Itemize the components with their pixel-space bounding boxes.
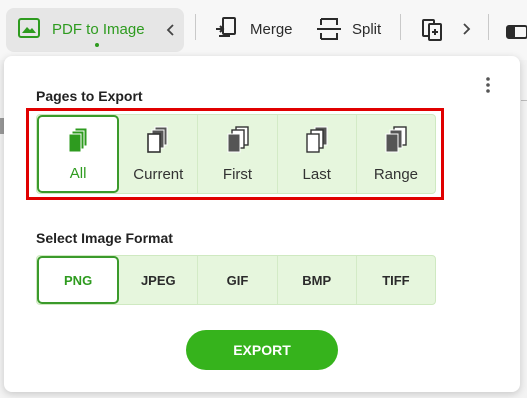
add-page-icon[interactable] — [420, 16, 446, 42]
overflow-tool-icon[interactable] — [505, 16, 527, 40]
divider — [488, 14, 489, 40]
page-first-icon — [227, 125, 249, 152]
tab-label: PDF to Image — [52, 21, 145, 38]
page-current-icon — [147, 126, 168, 153]
merge-label: Merge — [250, 20, 293, 38]
merge-button[interactable]: Merge — [214, 10, 293, 48]
more-options-icon[interactable] — [484, 76, 492, 94]
export-popup: Pages to Export All Current First Last R… — [4, 56, 520, 392]
toolbar: PDF to Image Merge Split — [0, 0, 527, 60]
pdf-to-image-tab[interactable]: PDF to Image — [6, 8, 184, 52]
export-button[interactable]: EXPORT — [186, 330, 338, 370]
page-range-icon — [385, 125, 407, 152]
split-icon — [317, 18, 341, 40]
option-label: TIFF — [382, 272, 410, 288]
pages-option-all[interactable]: All — [37, 115, 120, 193]
format-option-gif[interactable]: GIF — [198, 256, 278, 304]
option-label: Last — [302, 165, 331, 183]
option-label: PNG — [64, 272, 93, 288]
pages-option-range[interactable]: Range — [357, 115, 435, 193]
format-selector: PNG JPEG GIF BMP TIFF — [36, 255, 436, 305]
chevron-left-icon[interactable] — [166, 23, 176, 37]
merge-icon — [216, 17, 236, 37]
option-label: First — [222, 165, 253, 183]
split-button[interactable]: Split — [316, 10, 381, 48]
image-icon — [18, 18, 40, 38]
background-edge — [521, 100, 527, 101]
pages-option-current[interactable]: Current — [119, 115, 199, 193]
format-option-bmp[interactable]: BMP — [278, 256, 357, 304]
divider — [400, 14, 401, 40]
page-last-icon — [306, 126, 328, 153]
option-label: Range — [373, 165, 419, 183]
pages-section-title: Pages to Export — [36, 88, 143, 104]
option-label: GIF — [226, 272, 249, 288]
pages-option-last[interactable]: Last — [278, 115, 357, 193]
pages-all-icon — [68, 127, 88, 152]
format-option-png[interactable]: PNG — [37, 256, 120, 304]
pages-option-first[interactable]: First — [198, 115, 278, 193]
pages-selector: All Current First Last Range — [36, 114, 436, 194]
option-label: All — [69, 164, 87, 182]
option-label: JPEG — [140, 272, 176, 288]
format-option-tiff[interactable]: TIFF — [357, 256, 435, 304]
split-label: Split — [352, 20, 382, 38]
divider — [195, 14, 196, 40]
option-label: Current — [133, 165, 184, 183]
option-label: BMP — [302, 272, 332, 288]
active-indicator-dot — [95, 43, 99, 47]
chevron-right-icon[interactable] — [461, 22, 471, 36]
format-option-jpeg[interactable]: JPEG — [119, 256, 199, 304]
format-section-title: Select Image Format — [36, 230, 173, 246]
